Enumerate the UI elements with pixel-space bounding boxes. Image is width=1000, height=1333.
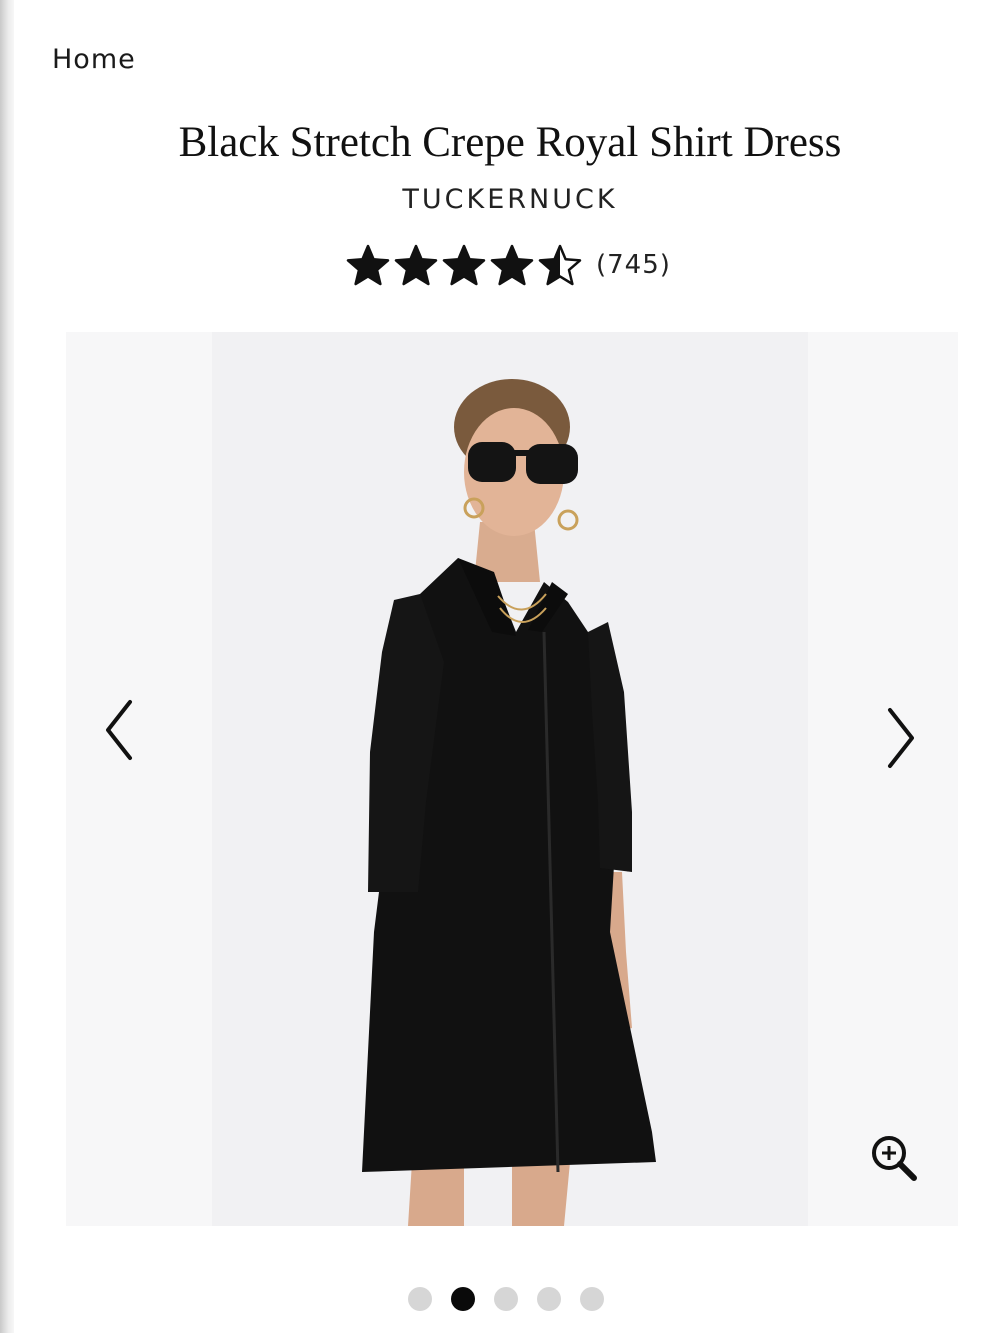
next-image-button[interactable] xyxy=(872,698,928,778)
star-half-icon xyxy=(538,244,582,286)
brand-name[interactable]: TUCKERNUCK xyxy=(0,184,1000,215)
product-rating[interactable]: (745) xyxy=(346,243,671,287)
zoom-button[interactable] xyxy=(868,1132,920,1184)
star-full-icon xyxy=(346,244,390,286)
review-count[interactable]: (745) xyxy=(596,250,671,280)
gallery-dot[interactable] xyxy=(451,1287,475,1311)
gallery-dot[interactable] xyxy=(408,1287,432,1311)
product-image-gallery xyxy=(66,332,958,1226)
star-full-icon xyxy=(442,244,486,286)
rating-stars xyxy=(346,243,582,287)
gallery-dot[interactable] xyxy=(537,1287,561,1311)
product-title: Black Stretch Crepe Royal Shirt Dress xyxy=(178,119,842,166)
zoom-in-icon xyxy=(872,1136,917,1181)
product-photo[interactable] xyxy=(212,332,808,1226)
chevron-right-icon xyxy=(888,708,914,768)
star-full-icon xyxy=(394,244,438,286)
breadcrumb-home-link[interactable]: Home xyxy=(52,44,136,75)
model-wearing-dress-image xyxy=(212,332,808,1226)
previous-image-button[interactable] xyxy=(92,690,148,770)
star-full-icon xyxy=(490,244,534,286)
gallery-pagination xyxy=(408,1287,604,1311)
gallery-dot[interactable] xyxy=(580,1287,604,1311)
chevron-left-icon xyxy=(106,700,132,760)
gallery-dot[interactable] xyxy=(494,1287,518,1311)
